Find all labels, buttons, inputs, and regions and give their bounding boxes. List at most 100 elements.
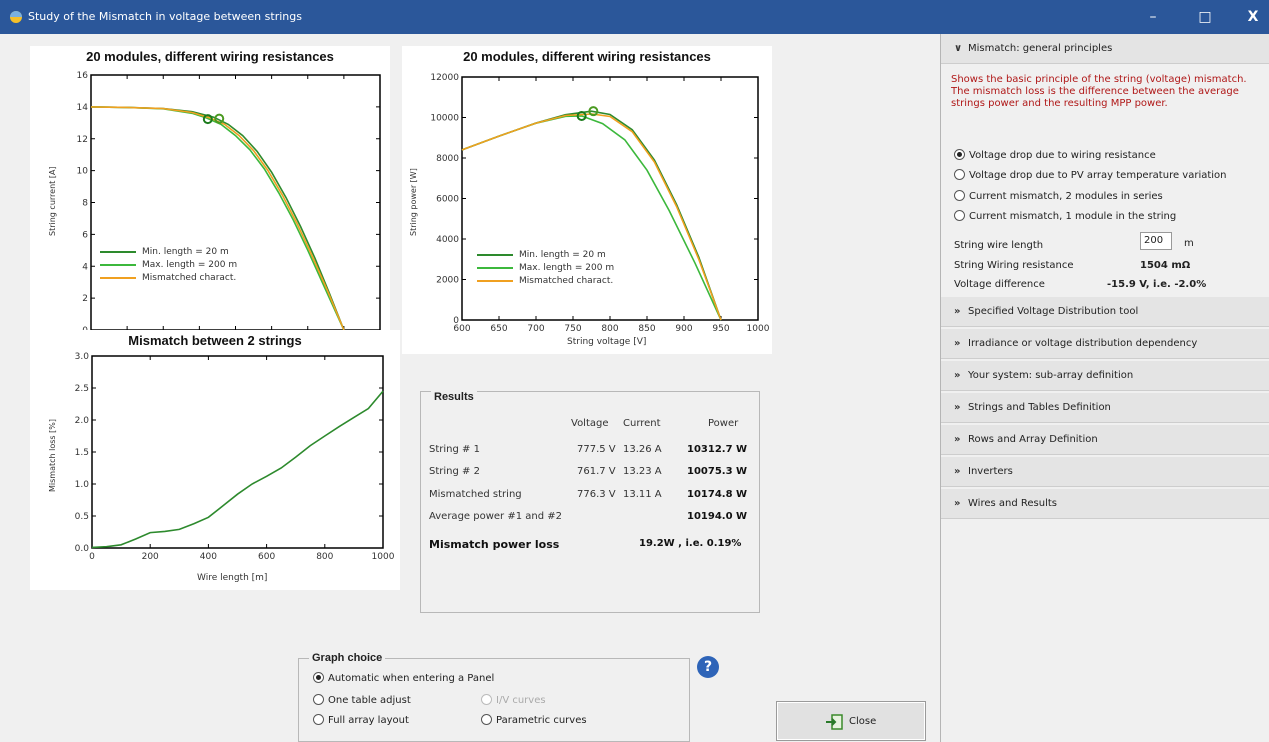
y-tick-label: 1.5 [75,448,89,458]
chevron-right-icon: » [954,434,961,445]
x-axis-label: Wire length [m] [197,573,268,583]
legend-entry: Max. length = 200 m [477,262,614,275]
legend-entry: Min. length = 20 m [100,246,237,259]
average-label: Average power #1 and #2 [429,511,562,522]
plot-frame [90,74,381,331]
chart-title: 20 modules, different wiring resistances [86,49,334,64]
radio-automatic[interactable]: Automatic when entering a Panel [313,672,494,684]
option-current-2-modules[interactable]: Current mismatch, 2 modules in series [954,190,1163,202]
graph-choice-group: Graph choice Automatic when entering a P… [298,652,690,742]
row-current: 13.26 A [623,444,662,455]
resistance-label: String Wiring resistance [954,260,1074,271]
radio-button-icon [954,169,965,180]
chevron-right-icon: » [954,402,961,413]
chevron-right-icon: » [954,498,961,509]
section-sub-array[interactable]: » Your system: sub-array definition [941,361,1269,391]
row-current: 13.11 A [623,489,662,500]
x-tick-label: 800 [601,324,618,334]
legend-entry: Max. length = 200 m [100,259,237,272]
help-icon[interactable]: ? [697,656,719,678]
minimize-button[interactable]: – [1131,0,1175,34]
y-tick-label: 4 [82,262,88,272]
y-tick-label: 0.5 [75,512,89,522]
y-tick-label: 1.0 [75,480,90,490]
row-power: 10174.8 W [687,489,748,500]
y-tick-label: 2000 [436,276,459,286]
chevron-right-icon: » [954,466,961,477]
plot-frame [91,355,384,549]
y-tick-label: 0 [453,316,459,326]
x-tick-label: 1000 [372,552,395,562]
voltage-diff-label: Voltage difference [954,279,1045,290]
y-tick-label: 6000 [436,195,459,205]
section-voltage-distribution[interactable]: » Specified Voltage Distribution tool [941,297,1269,327]
maximize-button[interactable]: □ [1183,0,1227,34]
row-voltage: 761.7 V [577,466,616,477]
section-wires-results[interactable]: » Wires and Results [941,489,1269,519]
row-voltage: 776.3 V [577,489,616,500]
option-wiring-resistance[interactable]: Voltage drop due to wiring resistance [954,149,1156,161]
chart-title: 20 modules, different wiring resistances [463,49,711,64]
row-label: String # 2 [429,466,480,477]
x-tick-label: 200 [142,552,159,562]
x-tick-label: 600 [258,552,275,562]
legend-entry: Mismatched charact. [477,275,614,288]
x-axis-label: String voltage [V] [567,337,647,347]
y-tick-label: 2 [82,294,88,304]
x-tick-label: 900 [675,324,692,334]
y-tick-label: 14 [77,103,89,113]
y-tick-label: 10 [77,167,89,177]
x-tick-label: 850 [638,324,655,334]
row-power: 10075.3 W [687,466,748,477]
radio-button-icon [954,190,965,201]
close-window-button[interactable]: X [1231,0,1269,34]
y-tick-label: 12000 [430,73,459,83]
close-button[interactable]: Close [776,701,926,741]
voltage-diff-value: -15.9 V, i.e. -2.0% [1107,279,1207,290]
wire-length-label: String wire length [954,240,1044,251]
results-group: Results Voltage Current Power String # 1… [420,391,760,613]
y-axis-label: String power [W] [409,168,418,236]
option-temperature[interactable]: Voltage drop due to PV array temperature… [954,169,1227,181]
x-tick-label: 800 [316,552,333,562]
chart-legend: Min. length = 20 m Max. length = 200 m M… [100,246,237,285]
app-icon [10,11,22,23]
radio-button-icon [481,694,492,705]
radio-button-icon [313,672,324,683]
y-tick-label: 12 [77,135,88,145]
legend-entry: Mismatched charact. [100,272,237,285]
header-voltage: Voltage [571,418,609,429]
average-value: 10194.0 W [687,511,748,522]
resistance-value: 1504 mΩ [1140,260,1191,271]
x-tick-label: 650 [490,324,507,334]
x-tick-label: 400 [200,552,217,562]
y-axis-label: Mismatch loss [%] [48,419,57,492]
section-inverters[interactable]: » Inverters [941,457,1269,487]
legend-entry: Min. length = 20 m [477,249,614,262]
exit-icon [826,714,843,730]
y-tick-label: 8000 [436,154,459,164]
x-tick-label: 700 [527,324,544,334]
y-tick-label: 16 [77,71,89,81]
pv-chart-plot: 600 650 700 750 800 850 900 950 1000020004000600… [430,73,770,334]
y-tick-label: 0.0 [75,544,90,554]
close-button-label: Close [849,716,877,727]
radio-button-icon [313,694,324,705]
radio-full-array[interactable]: Full array layout [313,714,409,726]
radio-parametric[interactable]: Parametric curves [481,714,587,726]
series-line [461,110,722,321]
header-current: Current [623,418,661,429]
series-line [90,106,345,331]
x-tick-label: 1000 [747,324,770,334]
section-rows-array[interactable]: » Rows and Array Definition [941,425,1269,455]
radio-button-icon [954,149,965,160]
section-mismatch-principles[interactable]: ∨ Mismatch: general principles [941,34,1269,64]
section-strings-tables[interactable]: » Strings and Tables Definition [941,393,1269,423]
section-irradiance-dependency[interactable]: » Irradiance or voltage distribution depe… [941,329,1269,359]
wire-length-input[interactable]: 200 [1140,232,1172,250]
radio-iv-curves[interactable]: I/V curves [481,694,546,706]
row-power: 10312.7 W [687,444,748,455]
radio-one-table[interactable]: One table adjust [313,694,411,706]
option-current-1-module[interactable]: Current mismatch, 1 module in the string [954,210,1176,222]
section-description: Shows the basic principle of the string … [951,74,1247,109]
